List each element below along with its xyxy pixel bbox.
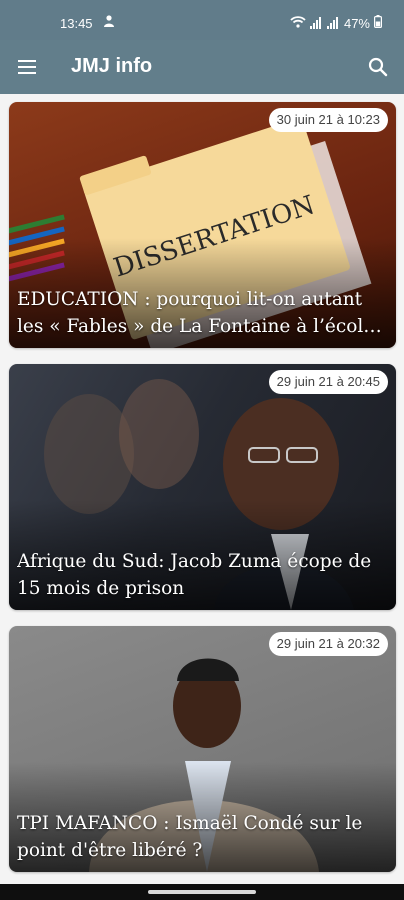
article-date: 29 juin 21 à 20:32 bbox=[268, 632, 388, 656]
signal-icon bbox=[326, 17, 338, 29]
article-card[interactable]: 29 juin 21 à 20:32 TPI MAFANCO : Ismaël … bbox=[9, 626, 396, 872]
navigation-bar bbox=[0, 884, 404, 900]
status-time: 13:45 bbox=[60, 16, 93, 31]
app-bar: JMJ info bbox=[0, 40, 404, 94]
article-card[interactable]: 29 juin 21 à 20:45 Afrique du Sud: Jacob… bbox=[9, 364, 396, 610]
app-title: JMJ info bbox=[71, 55, 153, 77]
battery-level: 47% bbox=[343, 15, 370, 31]
article-title: Afrique du Sud: Jacob Zuma écope de 15 m… bbox=[17, 551, 372, 599]
wifi-icon bbox=[290, 15, 306, 31]
article-date: 29 juin 21 à 20:45 bbox=[268, 370, 388, 394]
person-sync-icon bbox=[102, 14, 116, 31]
hamburger-menu-icon[interactable] bbox=[16, 55, 40, 79]
article-title: TPI MAFANCO : Ismaël Condé sur le point … bbox=[17, 813, 363, 861]
article-date: 30 juin 21 à 10:23 bbox=[268, 108, 388, 132]
battery-icon bbox=[374, 15, 383, 31]
signal-icon bbox=[309, 17, 321, 29]
article-title: EDUCATION : pourquoi lit-on autant les «… bbox=[17, 289, 375, 337]
article-feed: DISSERTATION 30 juin 21 à 10:23 EDUCATIO… bbox=[0, 94, 404, 884]
article-card[interactable]: DISSERTATION 30 juin 21 à 10:23 EDUCATIO… bbox=[9, 102, 396, 348]
status-bar: 13:45 47% bbox=[0, 0, 404, 40]
status-icons: 47% bbox=[290, 15, 383, 31]
home-gesture-handle[interactable] bbox=[148, 890, 256, 894]
search-icon[interactable] bbox=[366, 55, 390, 79]
